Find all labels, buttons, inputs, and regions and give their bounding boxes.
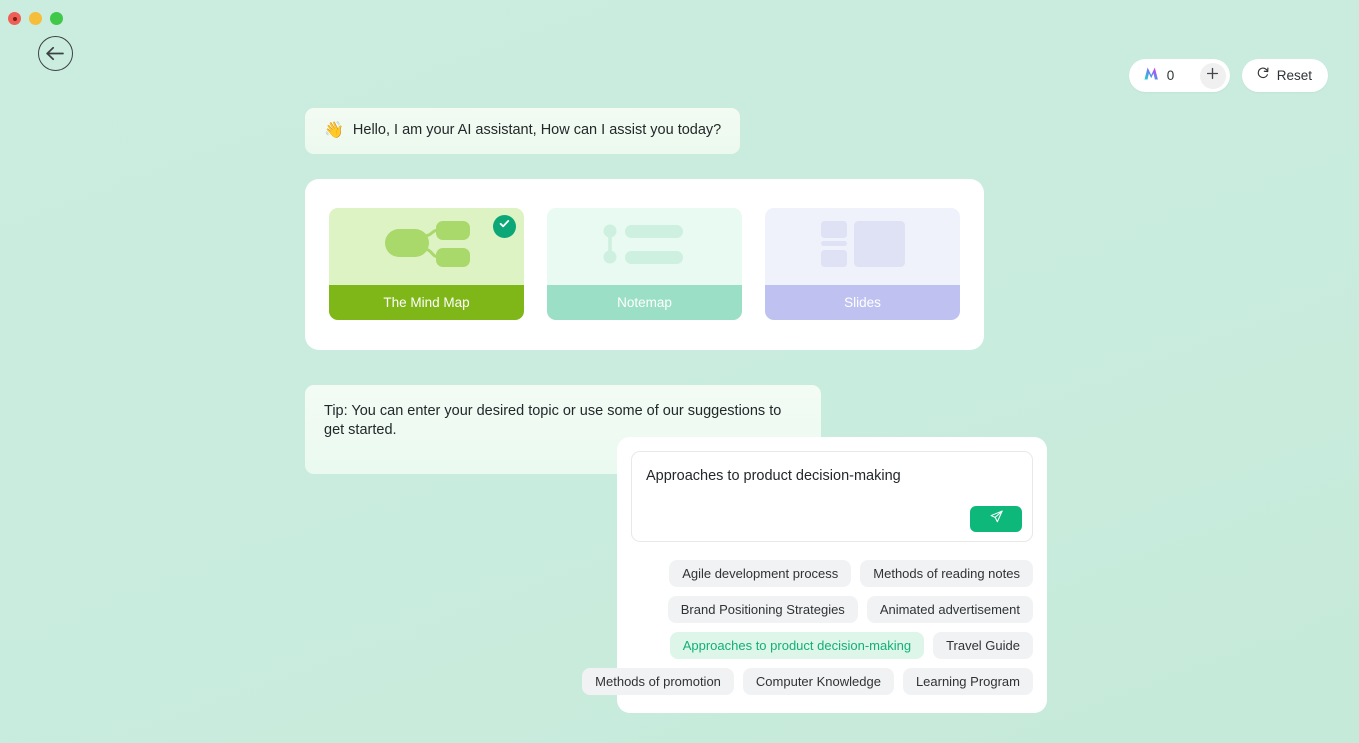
template-card-slides[interactable]: Slides: [765, 207, 960, 320]
maximize-window-button[interactable]: [50, 12, 63, 25]
reset-label: Reset: [1276, 68, 1312, 83]
suggestion-row: Methods of promotion Computer Knowledge …: [582, 668, 1033, 695]
topic-input-value: Approaches to product decision-making: [646, 468, 901, 484]
refresh-icon: [1256, 66, 1270, 85]
template-art-slides: [765, 207, 960, 285]
send-plane-icon: [989, 509, 1004, 529]
slides-art-icon: [817, 217, 909, 276]
minimize-window-button[interactable]: [29, 12, 42, 25]
window-traffic-lights: [8, 12, 63, 25]
suggestion-chip-selected[interactable]: Approaches to product decision-making: [669, 632, 925, 659]
back-button[interactable]: [38, 36, 73, 71]
template-art-mind-map: [329, 207, 524, 285]
suggestion-chip[interactable]: Computer Knowledge: [742, 668, 894, 695]
mind-map-art-icon: [379, 216, 475, 277]
add-credits-button[interactable]: [1199, 62, 1226, 89]
template-label-mind-map: The Mind Map: [329, 284, 524, 320]
template-selector-panel: The Mind Map Notemap Slides: [305, 178, 984, 350]
send-button[interactable]: [970, 506, 1022, 532]
waving-hand-icon: 👋: [324, 121, 344, 139]
close-window-button[interactable]: [8, 12, 21, 25]
composer-panel: Approaches to product decision-making Ag…: [582, 437, 1047, 713]
template-card-mind-map[interactable]: The Mind Map: [329, 207, 524, 320]
template-label-slides: Slides: [765, 284, 960, 320]
credits-display: 0: [1143, 66, 1175, 86]
assistant-greeting-text: Hello, I am your AI assistant, How can I…: [352, 122, 722, 138]
suggestion-row: Approaches to product decision-making Tr…: [669, 632, 1033, 659]
suggestion-chip[interactable]: Agile development process: [669, 560, 852, 587]
plus-icon: [1206, 67, 1219, 85]
template-card-notemap[interactable]: Notemap: [547, 207, 742, 320]
chat-column: 👋 Hello, I am your AI assistant, How can…: [305, 108, 1047, 474]
credits-pill[interactable]: 0: [1128, 59, 1230, 92]
suggestion-chips: Agile development process Methods of rea…: [582, 560, 1033, 695]
topic-input[interactable]: Approaches to product decision-making: [631, 451, 1033, 542]
arrow-left-icon: [46, 46, 65, 61]
check-circle-icon: [498, 217, 511, 235]
suggestion-chip[interactable]: Learning Program: [902, 668, 1033, 695]
notemap-art-icon: [599, 218, 691, 275]
template-label-notemap: Notemap: [547, 284, 742, 320]
suggestion-row: Brand Positioning Strategies Animated ad…: [667, 596, 1033, 623]
assistant-greeting-bubble: 👋 Hello, I am your AI assistant, How can…: [305, 108, 741, 154]
template-selected-badge: [493, 214, 516, 238]
suggestion-chip[interactable]: Animated advertisement: [866, 596, 1033, 623]
suggestion-chip[interactable]: Methods of promotion: [582, 668, 734, 695]
header-actions: 0 Reset: [1128, 59, 1328, 92]
template-art-notemap: [547, 207, 742, 285]
suggestion-row: Agile development process Methods of rea…: [669, 560, 1033, 587]
reset-button[interactable]: Reset: [1241, 59, 1328, 92]
suggestion-chip[interactable]: Methods of reading notes: [860, 560, 1033, 587]
suggestion-chip[interactable]: Brand Positioning Strategies: [667, 596, 858, 623]
suggestion-chip[interactable]: Travel Guide: [933, 632, 1033, 659]
assistant-tip-text: Tip: You can enter your desired topic or…: [324, 402, 782, 439]
brand-m-logo-icon: [1143, 66, 1160, 86]
credits-count: 0: [1166, 68, 1175, 83]
